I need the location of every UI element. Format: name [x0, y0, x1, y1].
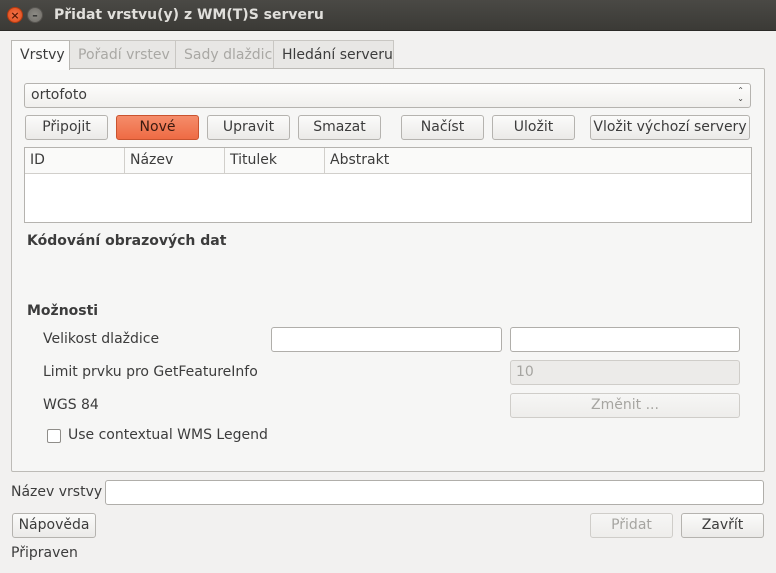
image-encoding-heading: Kódování obrazových dat: [27, 233, 227, 249]
new-button[interactable]: Nové: [116, 115, 199, 140]
feature-limit-input[interactable]: 10: [510, 360, 740, 385]
contextual-legend-checkbox[interactable]: [47, 429, 61, 443]
add-button[interactable]: Přidat: [590, 513, 673, 538]
layer-name-label: Název vrstvy: [11, 484, 103, 500]
tab-layers[interactable]: Vrstvy: [11, 40, 70, 70]
add-default-servers-button[interactable]: Vložit výchozí servery: [590, 115, 750, 140]
tile-width-input[interactable]: [271, 327, 502, 352]
tab-layer-order[interactable]: Pořadí vrstev: [69, 40, 176, 69]
window-minimize-icon[interactable]: –: [27, 7, 43, 23]
edit-button[interactable]: Upravit: [207, 115, 290, 140]
close-button[interactable]: Zavřít: [681, 513, 764, 538]
change-crs-button[interactable]: Změnit ...: [510, 393, 740, 418]
tab-tilesets[interactable]: Sady dlaždic: [175, 40, 274, 69]
help-button[interactable]: Nápověda: [12, 513, 96, 538]
layer-name-input[interactable]: [105, 480, 764, 505]
connect-button[interactable]: Připojit: [25, 115, 108, 140]
window-title: Přidat vrstvu(y) z WM(T)S serveru: [54, 7, 324, 23]
title-bar: × – Přidat vrstvu(y) z WM(T)S serveru: [0, 0, 776, 31]
tab-server-search[interactable]: Hledání serveru: [273, 40, 394, 69]
tile-height-input[interactable]: [510, 327, 740, 352]
window-close-icon[interactable]: ×: [7, 7, 23, 23]
crs-label: WGS 84: [43, 397, 99, 413]
load-button[interactable]: Načíst: [401, 115, 484, 140]
options-heading: Možnosti: [27, 303, 99, 319]
updown-arrows-icon: ⌃ ⌄: [737, 86, 744, 103]
layers-table[interactable]: ID Název Titulek Abstrakt: [24, 147, 752, 223]
tile-size-label: Velikost dlaždice: [43, 331, 160, 347]
delete-button[interactable]: Smazat: [298, 115, 381, 140]
column-header-name[interactable]: Název: [125, 148, 225, 173]
column-header-id[interactable]: ID: [25, 148, 125, 173]
layers-table-header: ID Název Titulek Abstrakt: [25, 148, 751, 174]
contextual-legend-label: Use contextual WMS Legend: [68, 427, 268, 443]
status-text: Připraven: [11, 545, 78, 561]
connection-select[interactable]: ortofoto ⌃ ⌄: [24, 83, 751, 108]
column-header-abstract[interactable]: Abstrakt: [325, 148, 751, 173]
save-button[interactable]: Uložit: [492, 115, 575, 140]
connection-select-value: ortofoto: [31, 87, 87, 103]
feature-limit-label: Limit prvku pro GetFeatureInfo: [43, 364, 258, 380]
column-header-title[interactable]: Titulek: [225, 148, 325, 173]
